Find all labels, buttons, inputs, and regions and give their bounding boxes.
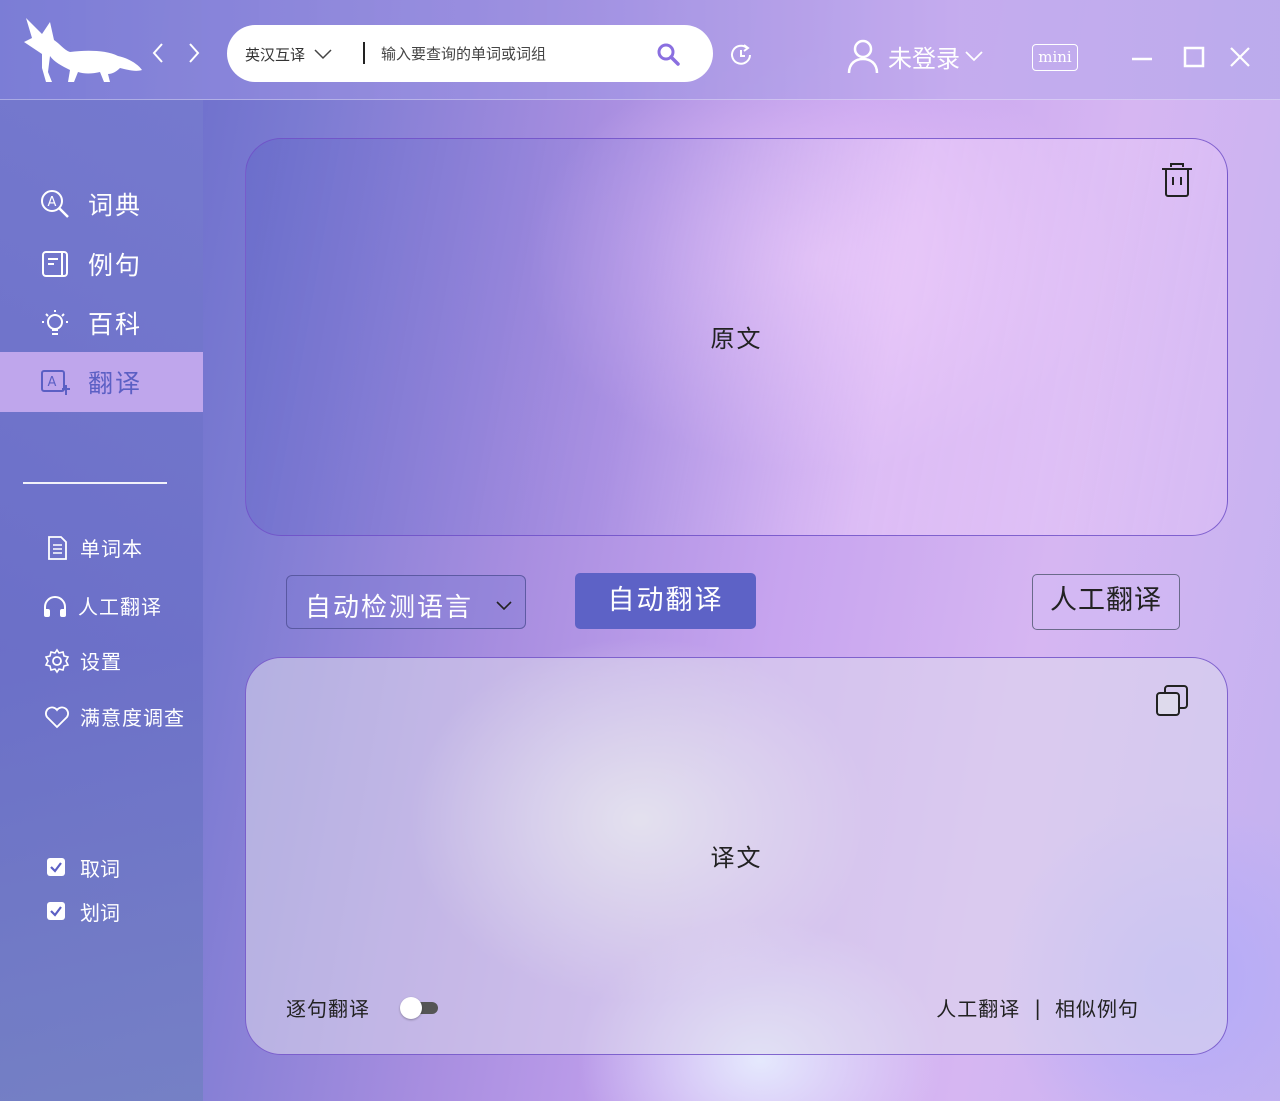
close-icon[interactable] [1228,44,1252,70]
minimize-icon[interactable] [1130,44,1154,70]
sidebar-item-label: 翻译 [88,369,143,398]
sidebar-item-label: 人工翻译 [78,594,162,619]
sidebar-item-label: 百科 [88,310,143,339]
sidebar-item-label: 单词本 [80,536,143,561]
source-text-area[interactable]: 原文 [245,138,1228,536]
trash-icon[interactable] [1159,161,1195,199]
checkmark-icon [50,862,62,873]
title-bar: 英汉互译 未登录 mini [0,0,1280,100]
sentence-mode-label: 逐句翻译 [286,997,370,1021]
svg-text:A: A [48,195,57,210]
sidebar-item-settings[interactable]: 设置 [0,640,203,680]
copy-icon[interactable] [1155,684,1189,716]
language-detect-select[interactable]: 自动检测语言 [286,575,526,629]
sidebar-item-encyclopedia[interactable]: 百科 [0,293,203,353]
checkbox[interactable] [47,902,65,920]
fox-logo [24,18,142,82]
similar-examples-link[interactable]: 相似例句 [1055,993,1139,1022]
history-icon[interactable] [728,42,754,68]
sidebar-item-examples[interactable]: 例句 [0,234,203,294]
translate-icon: A [41,370,70,395]
svg-text:A: A [48,375,57,390]
target-placeholder: 译文 [710,844,763,872]
example-book-icon [42,251,68,277]
search-divider [363,42,365,64]
user-icon [847,39,879,74]
translation-result-area: 译文 逐句翻译 人工翻译 | 相似例句 [245,657,1228,1055]
sentence-mode-control: 逐句翻译 [286,993,440,1022]
source-placeholder: 原文 [710,325,763,353]
user-menu[interactable]: 未登录 [846,36,984,76]
sidebar-item-human-translation[interactable]: 人工翻译 [0,585,203,625]
link-separator: | [1034,995,1041,1020]
sidebar-item-label: 满意度调查 [80,705,185,730]
sidebar-item-translate[interactable]: A 翻译 [0,352,203,412]
forward-arrow-icon[interactable] [184,40,204,66]
sidebar-item-label: 设置 [80,649,122,674]
search-input[interactable] [381,39,641,69]
checkbox-label: 取词 [80,856,120,881]
heart-icon [45,706,69,729]
result-links: 人工翻译 | 相似例句 [936,993,1139,1022]
maximize-icon[interactable] [1182,44,1206,70]
sidebar-item-label: 词典 [88,191,143,220]
document-icon [48,536,67,560]
language-detect-label: 自动检测语言 [305,593,474,623]
search-box: 英汉互译 [227,25,713,82]
sidebar: A 词典 例句 百科 A 翻译 单词本 人工翻译 设置 满意度调查 取词 划词 [0,100,203,1101]
search-icon[interactable] [655,41,681,67]
mini-mode-button[interactable]: mini [1032,44,1078,71]
chevron-down-icon [965,51,983,62]
chevron-down-icon [314,49,332,60]
sidebar-item-survey[interactable]: 满意度调查 [0,696,203,736]
checkbox[interactable] [47,858,65,876]
dictionary-search-icon: A [41,190,69,218]
auto-translate-button[interactable]: 自动翻译 [575,573,756,629]
select-word-checkbox[interactable]: 划词 [0,893,203,929]
sidebar-item-wordbook[interactable]: 单词本 [0,527,203,567]
gear-icon [44,648,70,674]
lang-select-label: 英汉互译 [245,45,306,64]
user-name: 未登录 [888,44,960,73]
checkbox-label: 划词 [80,900,120,925]
headphones-icon [44,596,66,617]
sidebar-divider [23,482,167,484]
sentence-mode-toggle[interactable] [400,996,440,1019]
capture-word-checkbox[interactable]: 取词 [0,849,203,885]
sidebar-item-label: 例句 [88,251,143,280]
human-translate-link[interactable]: 人工翻译 [936,993,1020,1022]
chevron-down-icon [496,601,512,610]
checkmark-icon [50,906,62,917]
lightbulb-icon [42,310,68,335]
lang-select[interactable]: 英汉互译 [245,43,333,65]
back-arrow-icon[interactable] [148,40,168,66]
sidebar-item-dictionary[interactable]: A 词典 [0,174,203,234]
human-translate-button[interactable]: 人工翻译 [1032,574,1180,630]
toggle-knob [400,996,422,1019]
